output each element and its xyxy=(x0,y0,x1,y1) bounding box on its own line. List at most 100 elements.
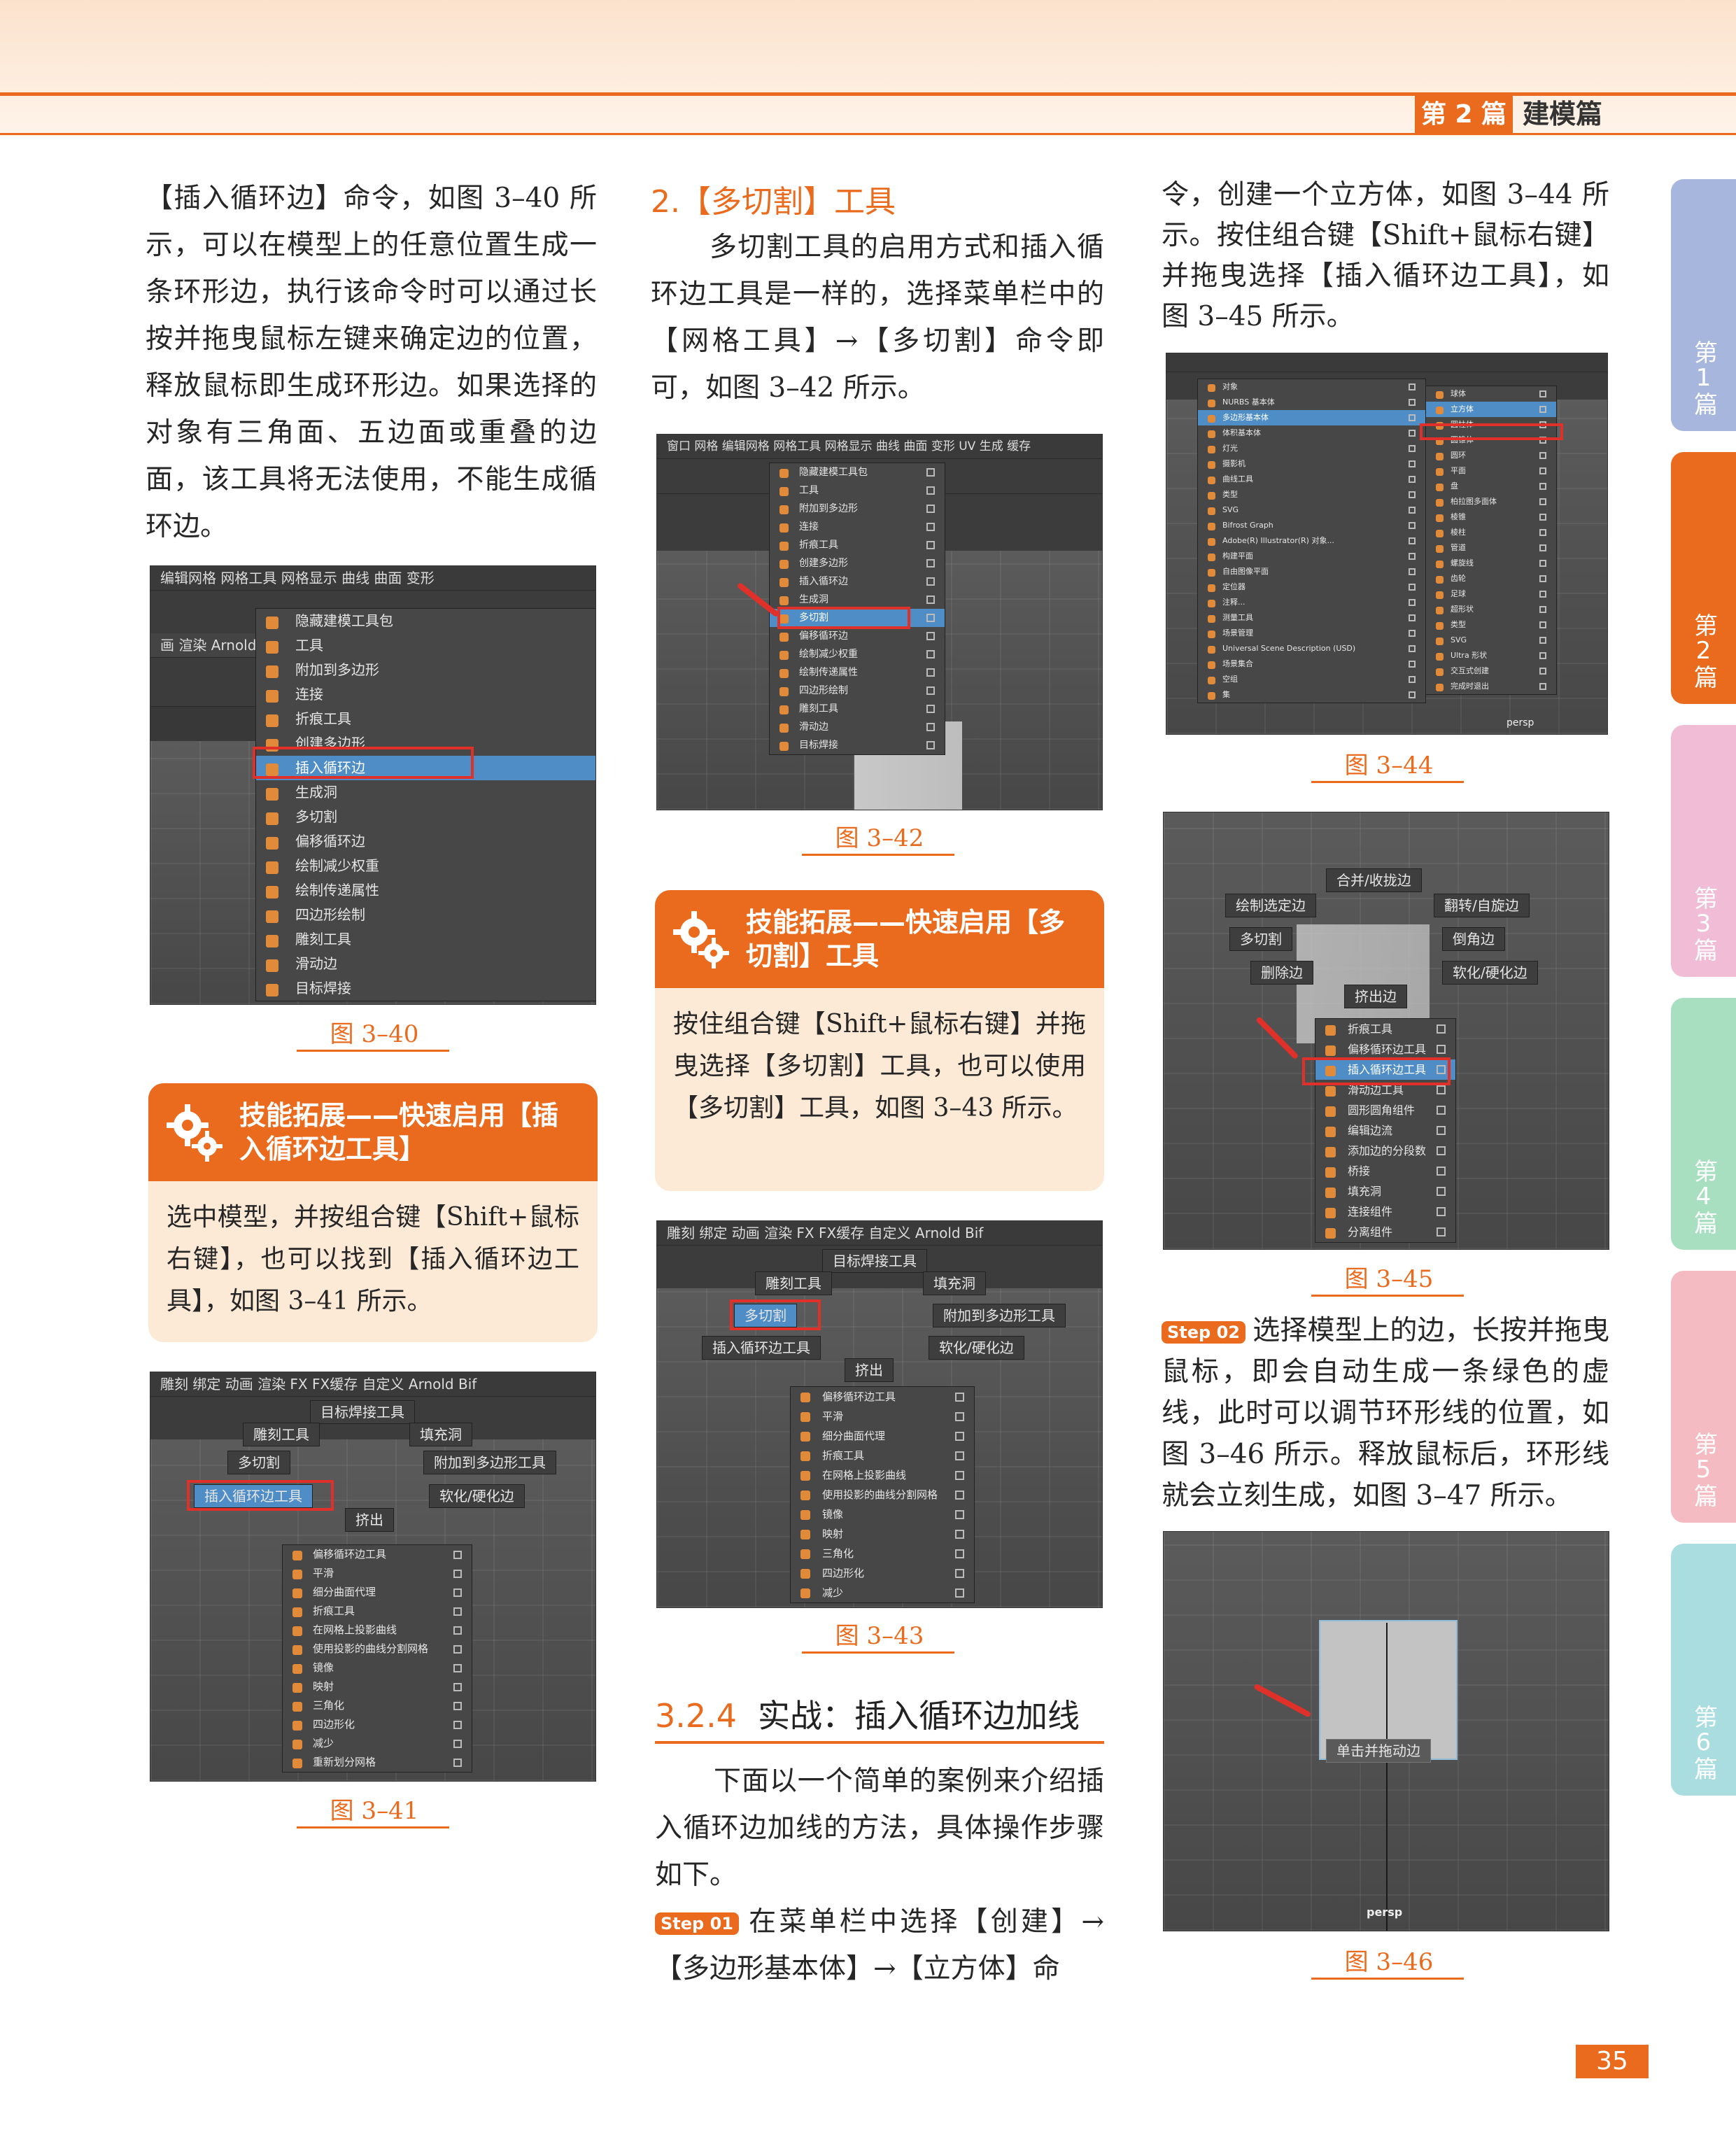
part-tab[interactable]: 第2篇 xyxy=(1671,452,1736,704)
option-box-icon[interactable] xyxy=(1539,668,1546,675)
option-box-icon[interactable] xyxy=(926,668,935,677)
option-box-icon[interactable] xyxy=(1409,383,1416,391)
menu-item[interactable]: 生成洞 xyxy=(256,780,595,805)
menu-item[interactable]: 目标焊接 xyxy=(256,976,595,1001)
option-box-icon[interactable] xyxy=(1409,537,1416,545)
option-box-icon[interactable] xyxy=(1437,1146,1446,1156)
menu-item[interactable]: 映射 xyxy=(283,1677,472,1696)
option-box-icon[interactable] xyxy=(955,1588,964,1598)
part-tab[interactable]: 第1篇 xyxy=(1671,179,1736,431)
menu-item[interactable]: 连接 xyxy=(256,682,595,707)
option-box-icon[interactable] xyxy=(1539,406,1546,414)
option-box-icon[interactable] xyxy=(1409,522,1416,530)
menu-item[interactable]: 齿轮 xyxy=(1426,571,1556,586)
menu-item[interactable]: 绘制减少权重 xyxy=(770,645,945,663)
option-box-icon[interactable] xyxy=(955,1529,964,1539)
menu-item[interactable]: 自由图像平面 xyxy=(1198,564,1425,579)
option-box-icon[interactable] xyxy=(1539,544,1546,552)
menu-item[interactable]: 滑动边 xyxy=(256,952,595,976)
menu-item[interactable]: 场景管理 xyxy=(1198,626,1425,641)
menu-item[interactable]: 分离组件 xyxy=(1315,1222,1455,1242)
option-box-icon[interactable] xyxy=(926,577,935,586)
menu-item[interactable]: 多切割 xyxy=(256,805,595,829)
menu-item[interactable]: 偏移循环边 xyxy=(256,829,595,854)
menu-item[interactable]: 平滑 xyxy=(283,1564,472,1583)
menu-item[interactable]: 灯光 xyxy=(1198,441,1425,456)
option-box-icon[interactable] xyxy=(1437,1187,1446,1197)
option-box-icon[interactable] xyxy=(453,1626,462,1635)
menu-item[interactable]: 定位器 xyxy=(1198,579,1425,595)
option-box-icon[interactable] xyxy=(1437,1106,1446,1115)
option-box-icon[interactable] xyxy=(1539,452,1546,460)
menu-item[interactable]: 减少 xyxy=(283,1734,472,1753)
option-box-icon[interactable] xyxy=(1409,553,1416,561)
menu-item[interactable]: Bifrost Graph xyxy=(1198,518,1425,533)
part-tab[interactable]: 第5篇 xyxy=(1671,1271,1736,1523)
menu-item[interactable]: 镜像 xyxy=(283,1658,472,1677)
menu-item[interactable]: Adobe(R) Illustrator(R) 对象... xyxy=(1198,533,1425,549)
option-box-icon[interactable] xyxy=(1437,1167,1446,1176)
option-box-icon[interactable] xyxy=(1409,645,1416,653)
menu-item[interactable]: 在网格上投影曲线 xyxy=(283,1621,472,1640)
option-box-icon[interactable] xyxy=(926,559,935,568)
option-box-icon[interactable] xyxy=(1539,390,1546,398)
menu-item[interactable]: 对象 xyxy=(1198,379,1425,395)
option-box-icon[interactable] xyxy=(1437,1207,1446,1217)
menu-item[interactable]: 添加边的分段数 xyxy=(1315,1141,1455,1161)
option-box-icon[interactable] xyxy=(453,1663,462,1672)
option-box-icon[interactable] xyxy=(1539,514,1546,521)
menu-item[interactable]: 附加到多边形 xyxy=(770,500,945,518)
option-box-icon[interactable] xyxy=(1409,399,1416,407)
menu-item[interactable]: 四边形绘制 xyxy=(256,903,595,927)
part-tab[interactable]: 第4篇 xyxy=(1671,998,1736,1250)
menu-item[interactable]: 偏移循环边工具 xyxy=(1315,1039,1455,1059)
menu-item[interactable]: 盘 xyxy=(1426,479,1556,494)
option-box-icon[interactable] xyxy=(1437,1227,1446,1237)
option-box-icon[interactable] xyxy=(453,1588,462,1597)
part-tab[interactable]: 第3篇 xyxy=(1671,725,1736,977)
option-box-icon[interactable] xyxy=(1409,430,1416,437)
option-box-icon[interactable] xyxy=(1409,676,1416,684)
menu-item[interactable]: 滑动边 xyxy=(770,718,945,736)
menu-item[interactable]: 镜像 xyxy=(791,1505,974,1524)
menu-item[interactable]: 立方体 xyxy=(1426,402,1556,417)
menu-item[interactable]: 柏拉图多面体 xyxy=(1426,494,1556,509)
menu-item[interactable]: 三角化 xyxy=(283,1696,472,1715)
option-box-icon[interactable] xyxy=(955,1490,964,1500)
option-box-icon[interactable] xyxy=(1539,652,1546,660)
menu-item[interactable]: 雕刻工具 xyxy=(256,927,595,952)
menu-item[interactable]: 绘制传递属性 xyxy=(770,663,945,682)
menu-item[interactable]: 折痕工具 xyxy=(770,536,945,554)
menu-item[interactable]: 桥接 xyxy=(1315,1161,1455,1181)
option-box-icon[interactable] xyxy=(1539,637,1546,644)
option-box-icon[interactable] xyxy=(926,723,935,732)
menu-item[interactable]: 雕刻工具 xyxy=(770,700,945,718)
menu-item[interactable]: 折痕工具 xyxy=(256,707,595,731)
option-box-icon[interactable] xyxy=(1437,1126,1446,1136)
menu-item[interactable]: 工具 xyxy=(256,633,595,658)
option-box-icon[interactable] xyxy=(453,1569,462,1578)
menu-item[interactable]: 折痕工具 xyxy=(791,1446,974,1465)
menu-item[interactable]: 平滑 xyxy=(791,1407,974,1426)
option-box-icon[interactable] xyxy=(1539,560,1546,568)
menu-item[interactable]: Ultra 形状 xyxy=(1426,648,1556,663)
option-box-icon[interactable] xyxy=(926,741,935,750)
option-box-icon[interactable] xyxy=(955,1549,964,1558)
menu-item[interactable]: 连接 xyxy=(770,518,945,536)
menu-item[interactable]: 体积基本体 xyxy=(1198,425,1425,441)
option-box-icon[interactable] xyxy=(926,541,935,550)
menu-item[interactable]: 类型 xyxy=(1198,487,1425,502)
menu-item[interactable]: 创建多边形 xyxy=(770,554,945,572)
option-box-icon[interactable] xyxy=(1409,614,1416,622)
option-box-icon[interactable] xyxy=(453,1701,462,1710)
option-box-icon[interactable] xyxy=(453,1739,462,1748)
menu-item[interactable]: 连接组件 xyxy=(1315,1202,1455,1222)
menu-item[interactable]: 交互式创建 xyxy=(1426,663,1556,679)
option-box-icon[interactable] xyxy=(1409,568,1416,576)
option-box-icon[interactable] xyxy=(955,1411,964,1421)
menu-item[interactable]: 曲线工具 xyxy=(1198,472,1425,487)
menu-item[interactable]: 构建平面 xyxy=(1198,549,1425,564)
option-box-icon[interactable] xyxy=(1409,476,1416,484)
option-box-icon[interactable] xyxy=(955,1431,964,1441)
option-box-icon[interactable] xyxy=(955,1392,964,1402)
